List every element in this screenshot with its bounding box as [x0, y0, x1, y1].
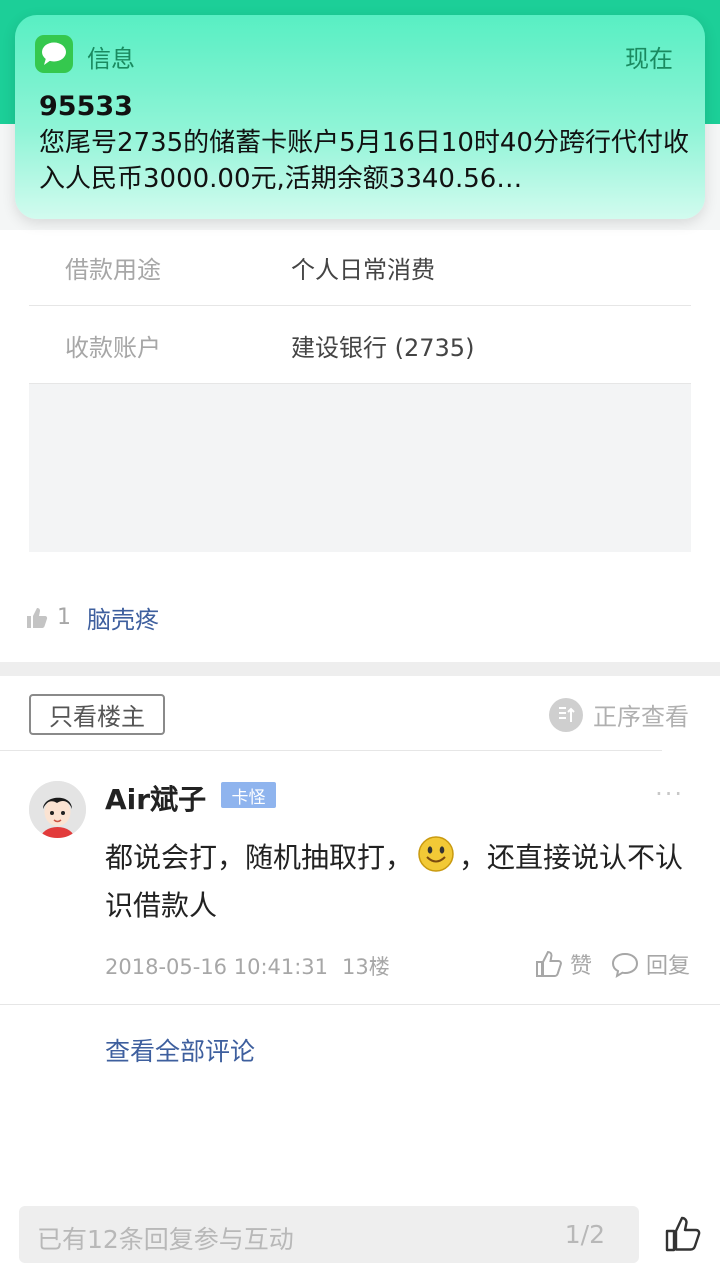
reply-placeholder: 已有12条回复参与互动	[37, 1225, 294, 1254]
divider	[0, 750, 662, 751]
like-post-icon[interactable]	[664, 1215, 702, 1253]
liker-name[interactable]: 脑壳疼	[87, 600, 159, 635]
detail-value: 个人日常消费	[291, 256, 435, 284]
section-divider	[0, 662, 720, 676]
notification-sender: 95533	[39, 91, 133, 122]
like-button[interactable]: 赞	[534, 948, 592, 980]
like-label: 赞	[569, 954, 592, 979]
messages-app-icon	[35, 35, 73, 73]
notification-app-name: 信息	[87, 45, 135, 73]
more-options-icon[interactable]: ···	[655, 780, 684, 808]
comment-username[interactable]: Air斌子	[105, 778, 206, 818]
user-badge: 卡怪	[221, 782, 276, 808]
thumbs-up-outline-icon	[535, 950, 562, 977]
like-count: 1	[57, 605, 71, 630]
detail-label: 借款用途	[65, 256, 161, 284]
only-op-button[interactable]: 只看楼主	[29, 694, 165, 735]
detail-value: 建设银行 (2735)	[291, 334, 475, 362]
detail-row-account: 收款账户 建设银行 (2735)	[29, 306, 691, 384]
attachment-placeholder	[29, 384, 691, 552]
sort-icon	[549, 697, 583, 732]
reply-button[interactable]: 回复	[610, 948, 690, 980]
comment-timestamp: 2018-05-16 10:41:31	[105, 955, 329, 979]
post-likes: 1 脑壳疼	[25, 600, 159, 635]
chat-bubble-icon	[611, 952, 638, 979]
sort-toggle[interactable]: 正序查看	[549, 697, 689, 732]
comment-meta: 2018-05-16 10:41:31 13楼	[105, 951, 390, 981]
comment-text-part: 都说会打，随机抽取打，	[105, 841, 414, 874]
detail-row-purpose: 借款用途 个人日常消费	[29, 228, 691, 306]
comment-text: 都说会打，随机抽取打， ，还直接说认不认识借款人	[105, 834, 695, 930]
avatar[interactable]	[29, 781, 86, 838]
sort-label: 正序查看	[593, 703, 689, 731]
comment-actions: 赞 回复	[516, 948, 690, 980]
sms-notification-banner[interactable]: 信息 现在 95533 您尾号2735的储蓄卡账户5月16日10时40分跨行代付…	[15, 15, 705, 219]
view-all-comments-link[interactable]: 查看全部评论	[105, 1032, 255, 1068]
notification-time: 现在	[625, 45, 673, 73]
divider	[0, 1004, 720, 1005]
reply-label: 回复	[645, 954, 690, 979]
page-indicator[interactable]: 1/2	[565, 1220, 605, 1249]
detail-label: 收款账户	[65, 334, 161, 362]
notification-body: 您尾号2735的储蓄卡账户5月16日10时40分跨行代付收入人民币3000.00…	[39, 128, 689, 194]
comment-floor: 13楼	[342, 955, 390, 979]
thumbs-up-icon	[27, 607, 48, 628]
reply-input[interactable]: 已有12条回复参与互动 1/2	[19, 1206, 639, 1263]
smiley-emoji-icon	[418, 836, 454, 872]
